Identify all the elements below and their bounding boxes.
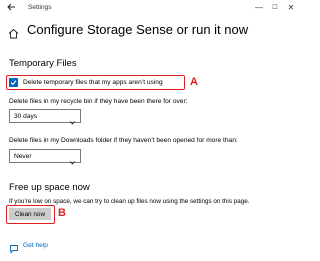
annotation-marker-a: A <box>190 76 198 88</box>
recycle-bin-value: 30 days <box>14 112 38 120</box>
delete-temp-files-checkbox[interactable] <box>9 78 18 87</box>
help-chat-icon[interactable] <box>9 241 19 254</box>
delete-temp-files-label: Delete temporary files that my apps aren… <box>23 78 163 86</box>
close-button[interactable]: ✕ <box>284 2 298 14</box>
title-bar: Settings — ☐ ✕ <box>0 0 300 18</box>
back-arrow-icon[interactable] <box>6 2 18 14</box>
downloads-label: Delete files in my Downloads folder if t… <box>9 137 238 144</box>
minimize-button[interactable]: — <box>252 2 266 14</box>
recycle-bin-dropdown[interactable]: 30 days <box>9 109 81 125</box>
temporary-files-heading: Temporary Files <box>9 58 77 69</box>
chevron-down-icon <box>69 153 76 165</box>
downloads-dropdown[interactable]: Never <box>9 149 81 165</box>
annotation-marker-b: B <box>58 207 66 219</box>
downloads-value: Never <box>14 152 32 160</box>
recycle-bin-label: Delete files in my recycle bin if they h… <box>9 98 188 105</box>
clean-now-highlight: Clean now <box>6 205 55 224</box>
get-help-link[interactable]: Get help <box>23 242 48 249</box>
home-icon <box>8 26 19 39</box>
maximize-button[interactable]: ☐ <box>268 2 282 14</box>
delete-temp-files-option[interactable]: Delete temporary files that my apps aren… <box>6 75 185 90</box>
chevron-down-icon <box>69 113 76 125</box>
free-up-space-description: If you’re low on space, we can try to cl… <box>9 198 250 205</box>
free-up-space-heading: Free up space now <box>9 182 90 193</box>
page-title: Configure Storage Sense or run it now <box>27 22 249 37</box>
clean-now-button[interactable]: Clean now <box>9 208 51 220</box>
app-title: Settings <box>28 4 52 11</box>
